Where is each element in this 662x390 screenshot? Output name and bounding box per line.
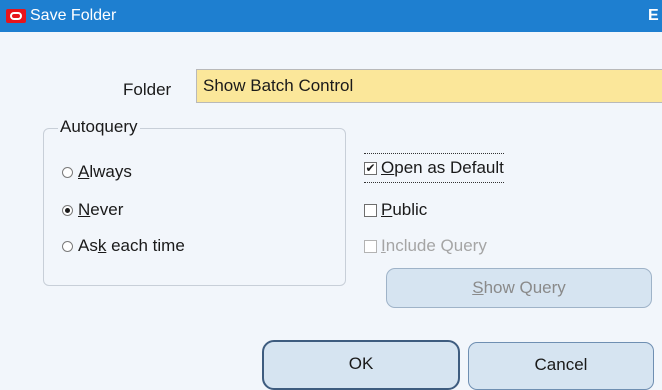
ok-button[interactable]: OK (262, 340, 460, 390)
checkbox-label: Open as Default (381, 158, 504, 177)
autoquery-group-label: Autoquery (58, 117, 140, 137)
autoquery-always-radio[interactable]: Always (62, 162, 132, 182)
radio-circle-icon (62, 166, 73, 178)
folder-name-input[interactable] (196, 69, 662, 103)
radio-label: Never (78, 200, 124, 219)
radio-label: Ask each time (78, 236, 185, 255)
radio-selected-icon (62, 204, 73, 216)
radio-circle-icon (62, 240, 73, 252)
show-query-button[interactable]: Show Query (386, 268, 652, 308)
radio-label: Always (78, 162, 132, 181)
checkbox-disabled-icon (364, 239, 377, 253)
autoquery-ask-each-time-radio[interactable]: Ask each time (62, 236, 185, 256)
cancel-button[interactable]: Cancel (468, 342, 654, 390)
checkmark-icon: ✔ (364, 160, 377, 175)
public-checkbox[interactable]: Public (364, 200, 427, 220)
window-title: Save Folder (30, 7, 117, 24)
title-bar[interactable]: Save Folder E (0, 0, 662, 32)
folder-label: Folder (123, 80, 172, 99)
checkbox-empty-icon (364, 203, 377, 217)
open-as-default-checkbox[interactable]: ✔ Open as Default (364, 153, 504, 183)
oracle-logo-icon (6, 9, 26, 23)
checkbox-label: Public (381, 200, 428, 219)
title-bar-edge-glyph: E (648, 7, 659, 24)
checkbox-label: Include Query (381, 236, 487, 255)
include-query-checkbox[interactable]: Include Query (364, 236, 487, 256)
autoquery-never-radio[interactable]: Never (62, 200, 123, 220)
